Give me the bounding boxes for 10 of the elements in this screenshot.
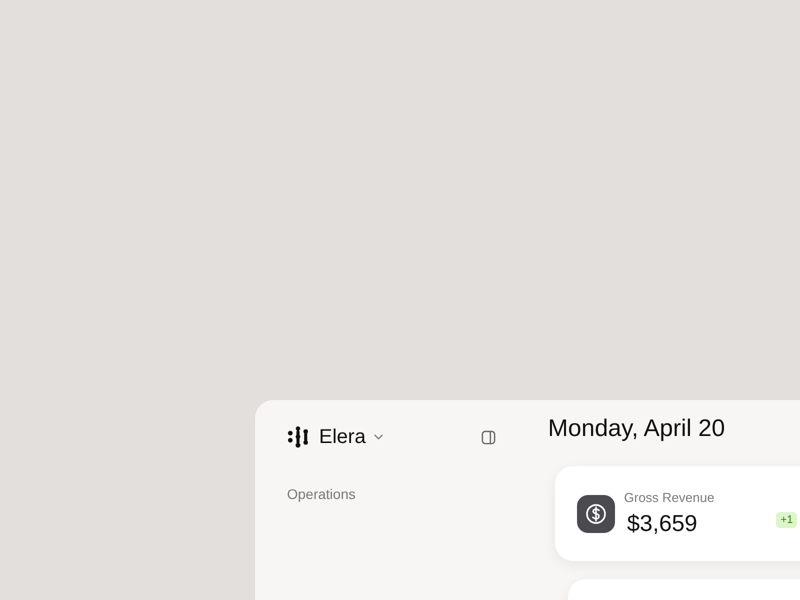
brand-name[interactable]: Elera [319,425,366,449]
date-heading: Monday, April 20 [548,414,726,444]
chevron-down-icon[interactable] [374,434,383,440]
logo-icon [287,426,309,448]
change-badge: +1 [776,512,797,528]
stat-label: Gross Revenue [624,490,714,506]
dollar-icon [577,494,615,532]
stat-value: $3,659 [627,508,698,538]
section-label: Operations [287,485,356,503]
sidebar-toggle-icon[interactable] [481,430,496,444]
